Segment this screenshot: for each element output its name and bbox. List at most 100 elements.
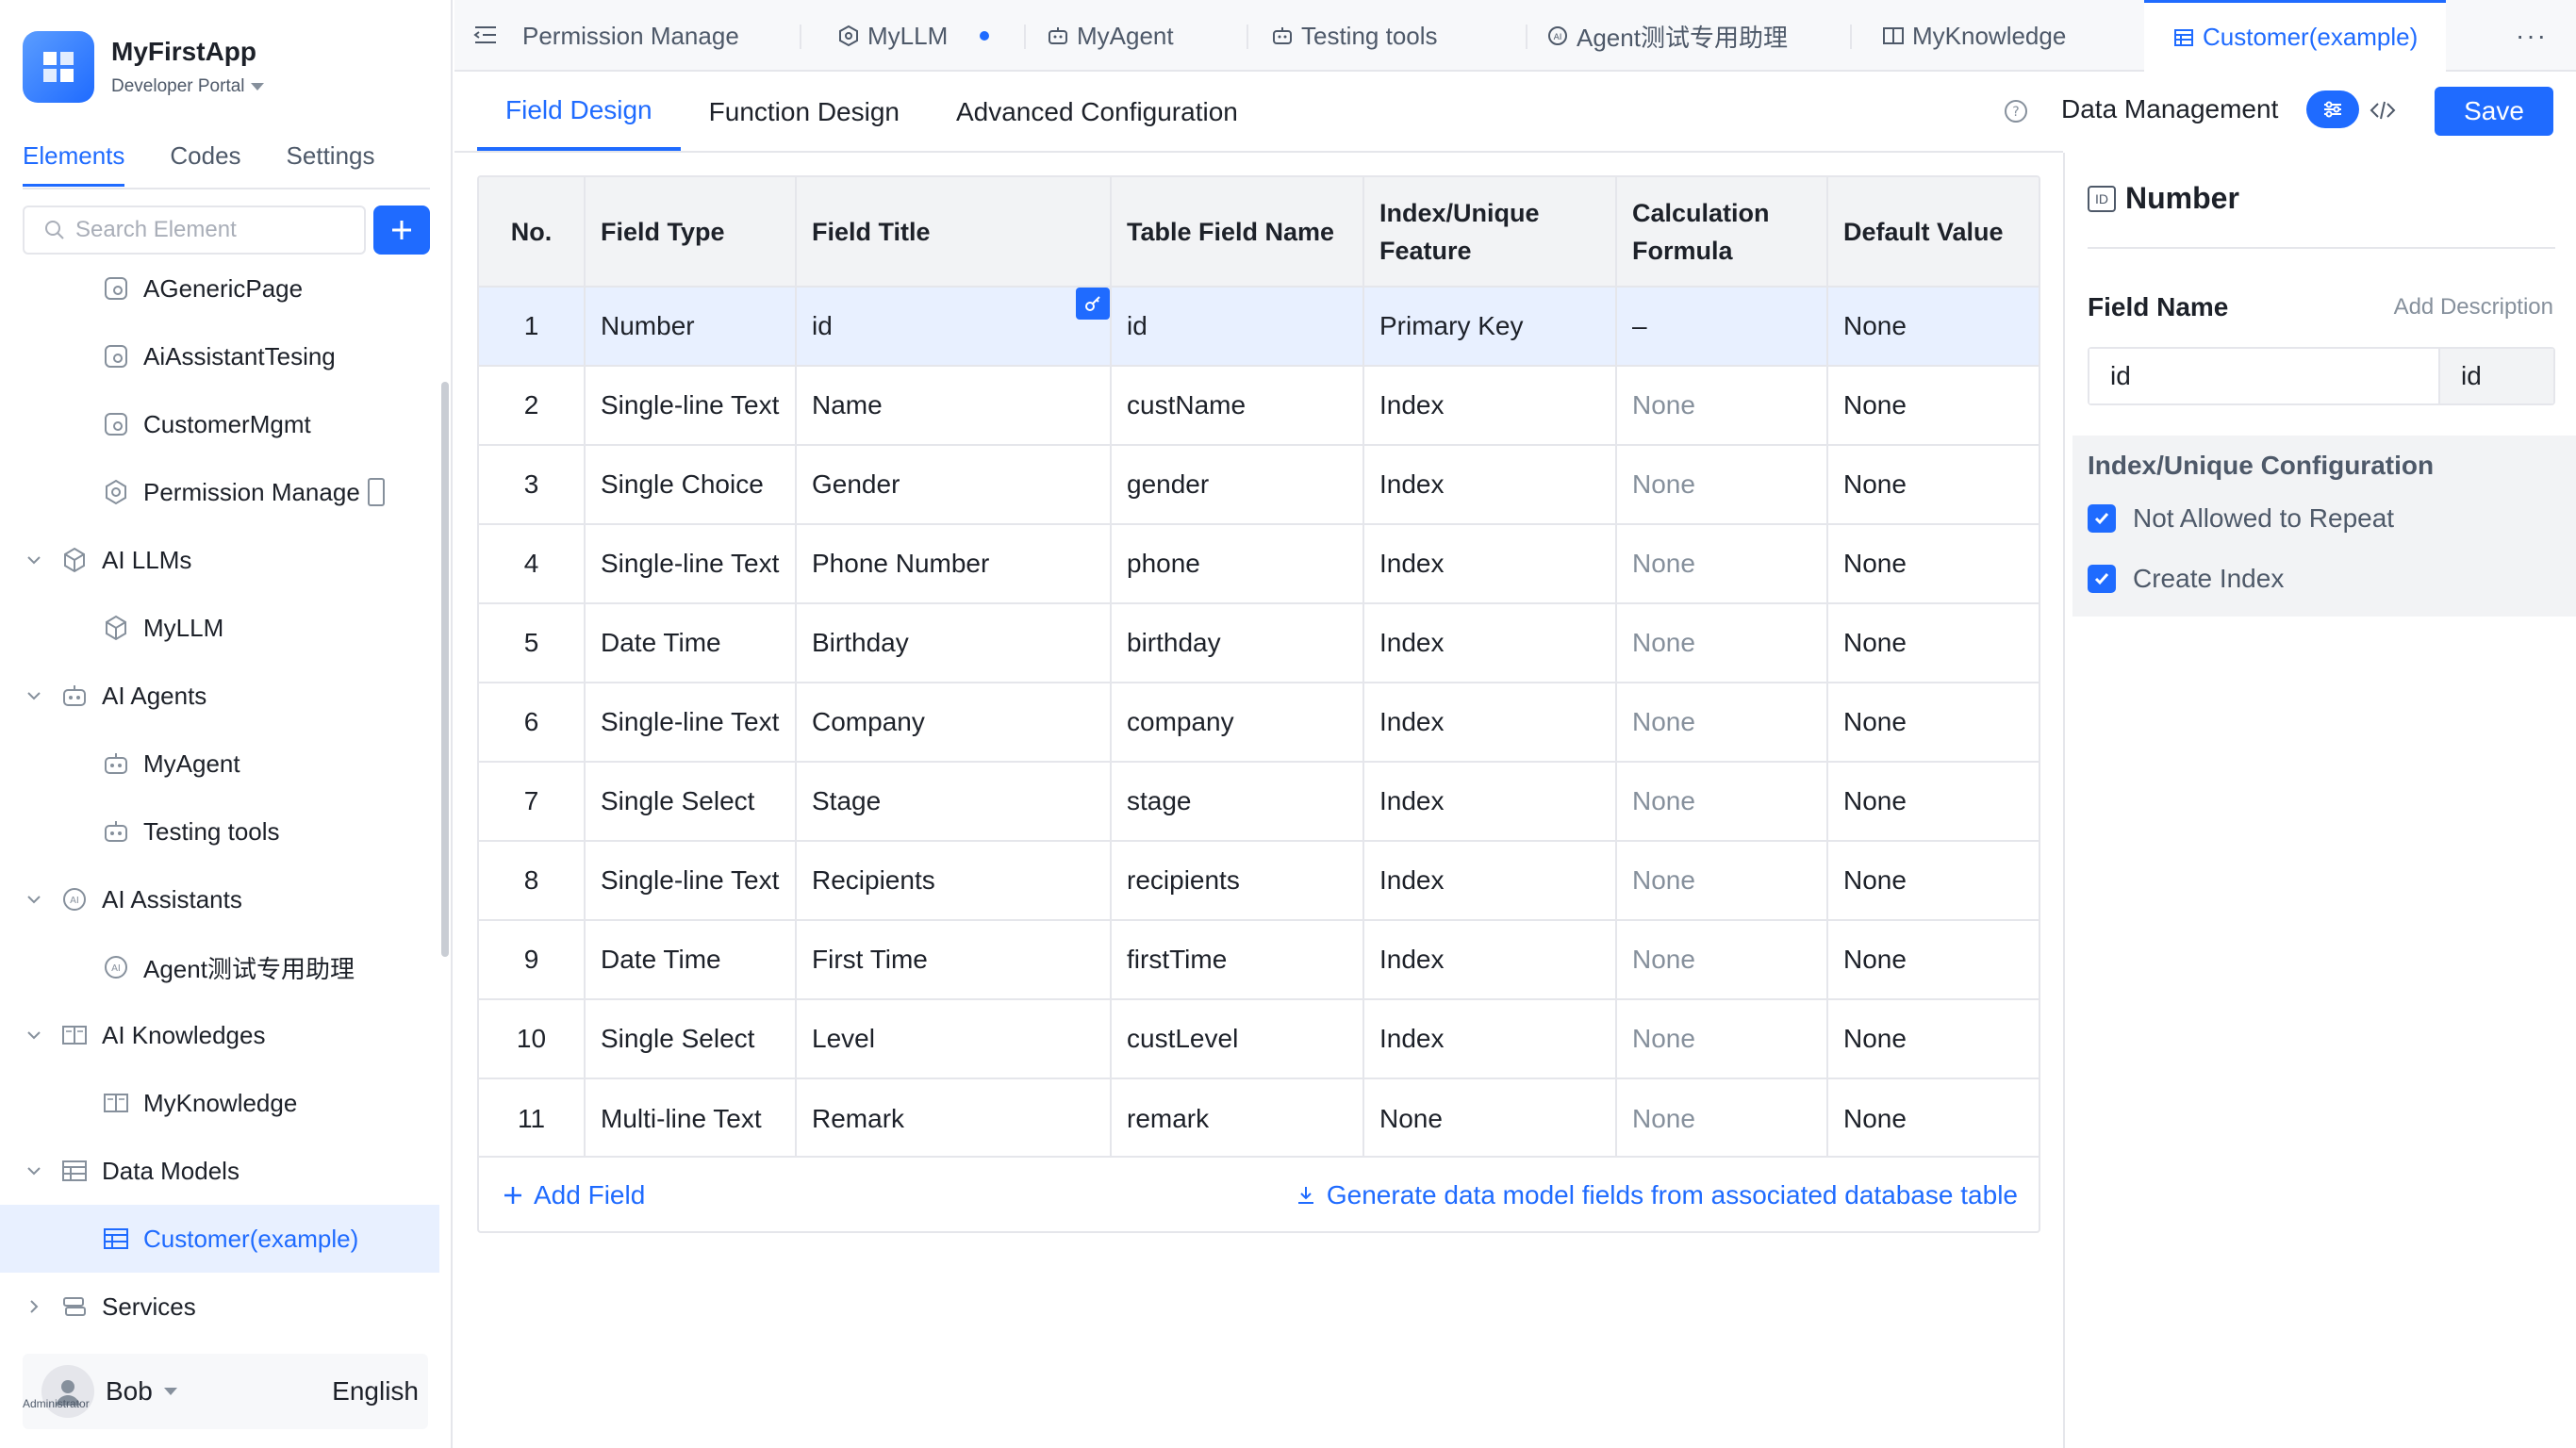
sliders-icon [2324, 101, 2341, 118]
tab-settings[interactable]: Settings [287, 141, 375, 187]
tree-item-myagent[interactable]: MyAgent [0, 730, 443, 798]
cell-no: 7 [479, 761, 586, 841]
tree-group-ai-assistants[interactable]: AI AI Assistants [0, 865, 443, 933]
language-selector[interactable]: English [332, 1376, 419, 1407]
tab-testing-tools[interactable]: Testing tools [1271, 0, 1438, 72]
tree-group-ai-agents[interactable]: AI Agents [0, 662, 443, 730]
cell-formula: None [1616, 1078, 1828, 1158]
cell-table-field-name: stage [1111, 761, 1364, 841]
cell-table-field-name: custLevel [1111, 998, 1364, 1078]
data-management-label: Data Management [2061, 94, 2279, 123]
cell-table-field-name: custName [1111, 365, 1364, 445]
data-management-toggle[interactable] [2306, 90, 2359, 128]
cell-formula: None [1616, 761, 1828, 841]
cell-index: Index [1363, 840, 1617, 920]
add-field-label: Add Field [534, 1180, 646, 1209]
user-name[interactable]: Bob [106, 1376, 153, 1407]
tree-item-customer-example[interactable]: Customer(example) [0, 1205, 439, 1273]
book-icon [102, 1089, 130, 1117]
not-allowed-repeat-checkbox[interactable]: Not Allowed to Repeat [2088, 503, 2394, 534]
tree-item-agent[interactable]: AI Agent测试专用助理 [0, 933, 443, 1001]
divider [2088, 247, 2555, 249]
add-element-button[interactable] [373, 206, 430, 255]
chevron-down-icon[interactable] [26, 1163, 41, 1178]
table-row[interactable]: 1 Number id id Primary Key – None [479, 286, 2039, 366]
cell-no: 1 [479, 286, 586, 366]
add-field-button[interactable]: Add Field [502, 1180, 645, 1210]
help-icon[interactable]: ? [2003, 98, 2029, 124]
user-bar: Bob English [23, 1354, 428, 1429]
table-row[interactable]: 3 Single Choice Gender gender Index None None [479, 444, 2039, 524]
tree-item-label: AI LLMs [102, 545, 192, 574]
tree-item-myknowledge[interactable]: MyKnowledge [0, 1069, 443, 1137]
chevron-down-icon[interactable] [26, 552, 41, 568]
tree-item-aiassistanttesing[interactable]: AiAssistantTesing [0, 322, 443, 390]
tree-item-testing-tools[interactable]: Testing tools [0, 798, 443, 865]
field-name-input[interactable] [2089, 349, 2438, 403]
table-row[interactable]: 7 Single Select Stage stage Index None None [479, 761, 2039, 841]
collapse-sidebar-icon[interactable] [471, 21, 500, 49]
robot-icon [60, 682, 89, 710]
tab-customer-example[interactable]: Customer(example) [2144, 0, 2447, 72]
tab-label: MyKnowledge [1912, 21, 2067, 50]
cell-field-type: Single Select [585, 761, 797, 841]
tab-myllm[interactable]: MyLLM [837, 0, 990, 72]
divider [1850, 25, 1852, 49]
chevron-down-icon[interactable] [163, 1388, 177, 1395]
app-logo-icon [23, 31, 94, 103]
tree-group-services[interactable]: Services [0, 1273, 443, 1339]
tab-elements[interactable]: Elements [23, 141, 125, 187]
divider [1024, 25, 1026, 49]
tree-group-ai-knowledges[interactable]: AI Knowledges [0, 1001, 443, 1069]
tab-myagent[interactable]: MyAgent [1047, 0, 1174, 72]
table-row[interactable]: 8 Single-line Text Recipients recipients Ind… [479, 840, 2039, 920]
checkbox-checked-icon [2088, 565, 2116, 593]
tree-item-agenericpage[interactable]: AGenericPage [0, 255, 443, 322]
table-row[interactable]: 2 Single-line Text Name custName Index None No… [479, 365, 2039, 445]
table-row[interactable]: 10 Single Select Level custLevel Index None No… [479, 998, 2039, 1078]
table-row[interactable]: 9 Date Time First Time firstTime Index None No… [479, 919, 2039, 999]
checkbox-checked-icon [2088, 504, 2116, 533]
tab-field-design[interactable]: Field Design [477, 74, 681, 151]
cell-default: None [1827, 523, 2039, 603]
cell-field-title: Name [796, 365, 1112, 445]
table-row[interactable]: 11 Multi-line Text Remark remark None None Non… [479, 1078, 2039, 1158]
book-icon [1883, 27, 1904, 44]
tab-myknowledge[interactable]: MyKnowledge [1882, 0, 2066, 72]
chevron-right-icon[interactable] [26, 1299, 41, 1314]
search-input[interactable] [75, 217, 349, 243]
table-icon [60, 1157, 89, 1185]
table-row[interactable]: 6 Single-line Text Company company Index None… [479, 682, 2039, 762]
brand[interactable]: MyFirstApp Developer Portal [23, 28, 264, 106]
table-row[interactable]: 4 Single-line Text Phone Number phone Index N… [479, 523, 2039, 603]
tree-item-customermgmt[interactable]: CustomerMgmt [0, 390, 443, 458]
tab-codes[interactable]: Codes [170, 141, 240, 187]
tab-permission-manage[interactable]: Permission Manage [522, 0, 739, 72]
tree-item-permission-manage[interactable]: Permission Manage [0, 458, 443, 526]
tab-function-design[interactable]: Function Design [681, 74, 928, 151]
table-row[interactable]: 5 Date Time Birthday birthday Index None None [479, 602, 2039, 683]
chevron-down-icon[interactable] [26, 1028, 41, 1043]
tree-item-label: Permission Manage [143, 477, 360, 506]
chevron-down-icon[interactable] [26, 688, 41, 703]
tree-group-ai-llms[interactable]: AI LLMs [0, 526, 443, 594]
add-description-link[interactable]: Add Description [2394, 294, 2553, 321]
cell-table-field-name: phone [1111, 523, 1364, 603]
save-button[interactable]: Save [2435, 87, 2553, 136]
open-tabs-bar: Permission Manage MyLLM MyAgent Testing … [454, 0, 2576, 72]
sidebar: MyFirstApp Developer Portal Elements Cod… [0, 0, 453, 1448]
design-tabs: Field Design Function Design Advanced Co… [477, 74, 1266, 153]
portal-selector[interactable]: Developer Portal [111, 76, 264, 97]
tab-advanced-configuration[interactable]: Advanced Configuration [928, 74, 1266, 151]
tab-agent-assistant[interactable]: AI Agent测试专用助理 [1546, 0, 1788, 72]
tree-group-data-models[interactable]: Data Models [0, 1137, 443, 1205]
more-tabs-icon[interactable]: ··· [2516, 21, 2548, 51]
cell-formula: None [1616, 840, 1828, 920]
generate-fields-link[interactable]: Generate data model fields from associat… [1295, 1180, 2018, 1210]
tree-item-myllm[interactable]: MyLLM [0, 594, 443, 662]
chevron-down-icon[interactable] [26, 892, 41, 907]
create-index-checkbox[interactable]: Create Index [2088, 564, 2284, 594]
primary-key-icon[interactable] [1076, 288, 1109, 320]
sidebar-scrollbar[interactable] [441, 382, 449, 957]
code-icon[interactable] [2369, 96, 2397, 124]
